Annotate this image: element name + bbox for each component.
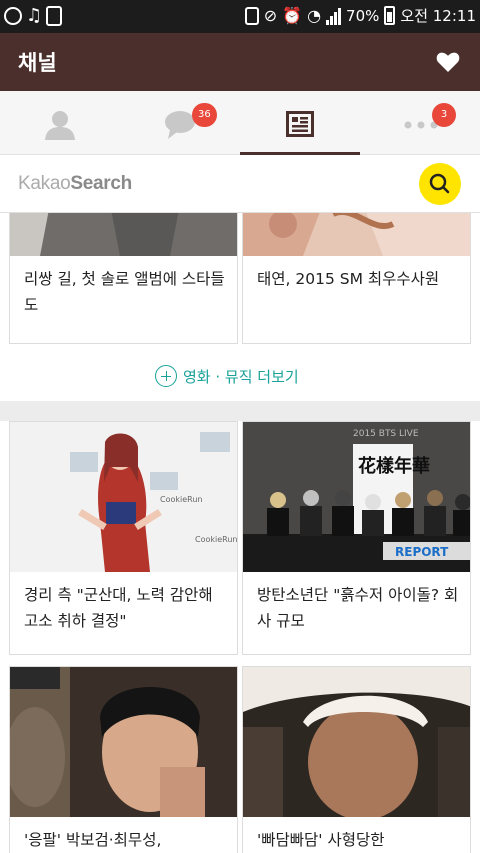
news-caption: '빠담빠담' 사형당한 [257, 831, 385, 849]
wifi-icon: ◔ [307, 5, 322, 25]
tab-bar: 36 3 [0, 91, 480, 155]
svg-text:REPORT: REPORT [395, 545, 449, 559]
app-bar: 채널 [0, 33, 480, 91]
news-caption: 리쌍 길, 첫 솔로 앨범에 스타들도 [24, 270, 225, 314]
alarm-icon: ⏰ [282, 5, 303, 25]
news-thumbnail [10, 667, 237, 817]
news-thumbnail [243, 213, 470, 256]
phone-screen-icon [46, 6, 63, 26]
kakao-search-bar[interactable]: KakaoSearch [0, 155, 480, 213]
more-dots-icon [404, 121, 438, 129]
clock: 오전 12:11 [400, 7, 476, 25]
news-caption: 태연, 2015 SM 최우수사원 [257, 270, 440, 288]
news-card[interactable]: '빠담빠담' 사형당한 [242, 666, 471, 853]
search-button[interactable] [419, 163, 461, 205]
section-divider [0, 401, 480, 421]
news-thumbnail [10, 213, 237, 256]
vibrate-icon [244, 6, 259, 25]
chats-badge: 36 [192, 103, 217, 127]
status-bar: ♫ ⊘ ⏰ ◔ 70% 오전 12:11 [0, 0, 480, 33]
heart-icon[interactable] [436, 51, 460, 73]
search-icon [429, 173, 450, 194]
more-link-label: 영화 · 뮤직 더보기 [183, 367, 299, 386]
news-caption: 경리 측 "군산대, 노력 감안해 고소 취하 결정" [24, 586, 213, 630]
channel-news-icon [286, 111, 314, 137]
news-thumbnail: CookieRun CookieRun [10, 422, 237, 572]
signal-icon [326, 7, 342, 25]
person-icon [45, 111, 75, 140]
kakao-search-logo: KakaoSearch [18, 173, 132, 194]
more-row: 영화 · 뮤직 더보기 [0, 353, 480, 401]
svg-text:2015 BTS LIVE: 2015 BTS LIVE [353, 429, 419, 439]
svg-text:花樣年華: 花樣年華 [358, 455, 430, 477]
music-note-icon: ♫ [26, 5, 43, 26]
battery-percent: 70% [346, 6, 380, 25]
plus-circle-icon [155, 365, 177, 387]
tab-channel[interactable] [240, 91, 360, 155]
news-card[interactable]: '응팔' 박보검·최무성, [9, 666, 238, 853]
battery-icon [384, 6, 396, 25]
more-movies-music-link[interactable]: 영화 · 뮤직 더보기 [155, 365, 299, 387]
news-thumbnail [243, 667, 470, 817]
more-badge: 3 [432, 103, 456, 127]
mute-icon: ⊘ [263, 5, 278, 25]
news-card[interactable]: 태연, 2015 SM 최우수사원 [242, 213, 471, 344]
svg-text:CookieRun: CookieRun [195, 535, 237, 544]
channel-feed[interactable]: 리쌍 길, 첫 솔로 앨범에 스타들도 태연, 2015 SM 최우수사원 영화… [0, 213, 480, 853]
news-card[interactable]: CookieRun CookieRun 경리 측 "군산대, 노력 감안해 고소 … [9, 421, 238, 655]
tab-friends[interactable] [0, 91, 120, 155]
tab-chats[interactable]: 36 [120, 91, 240, 155]
news-caption: '응팔' 박보검·최무성, [24, 831, 162, 849]
news-caption: 방탄소년단 "흙수저 아이돌? 회사 규모 [257, 586, 459, 630]
tab-more[interactable]: 3 [360, 91, 480, 155]
news-card[interactable]: 리쌍 길, 첫 솔로 앨범에 스타들도 [9, 213, 238, 344]
news-card[interactable]: 2015 BTS LIVE 花樣年華 REPORT 방탄소년단 "흙수저 아이돌… [242, 421, 471, 655]
app-notification-icon [4, 7, 22, 25]
page-title: 채널 [18, 51, 57, 75]
svg-text:CookieRun: CookieRun [160, 495, 203, 504]
news-thumbnail: 2015 BTS LIVE 花樣年華 REPORT [243, 422, 470, 572]
